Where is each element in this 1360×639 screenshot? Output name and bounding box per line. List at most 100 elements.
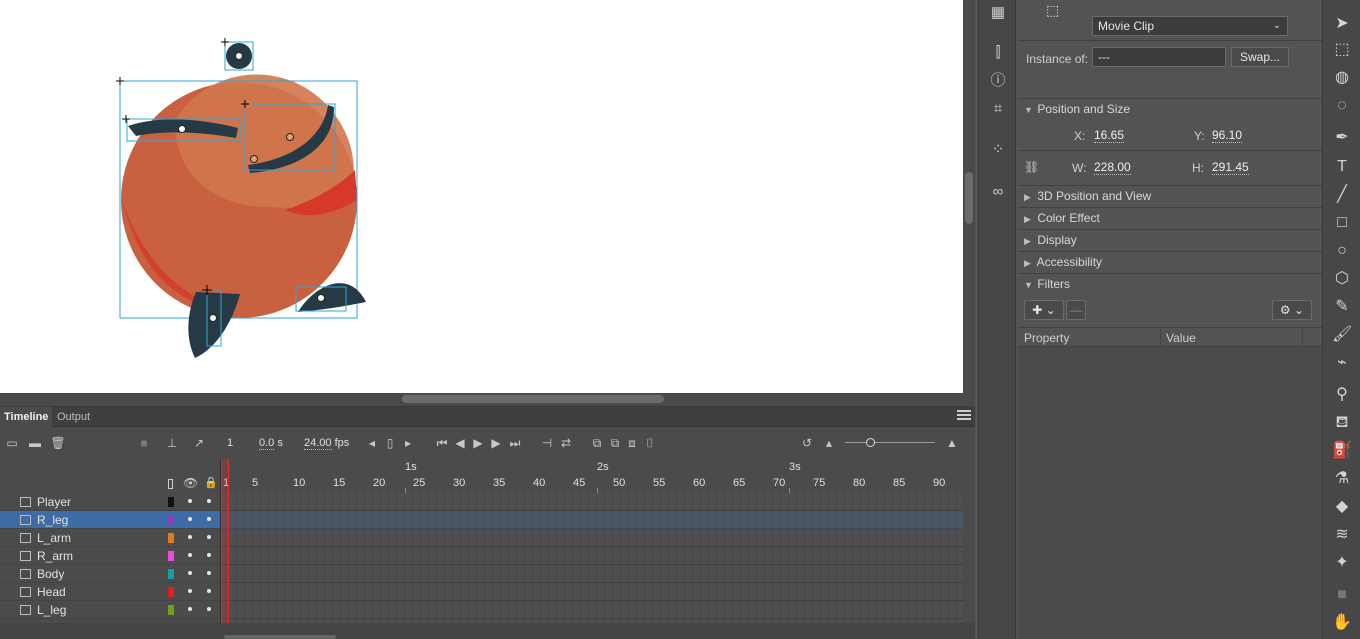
position-size-section[interactable]: ▼ Position and Size <box>1024 102 1130 116</box>
tab-output[interactable]: Output <box>53 407 94 427</box>
loop-icon[interactable]: ⇄ <box>558 436 574 450</box>
text-tool-icon[interactable]: T <box>1332 157 1352 177</box>
camera-tool-icon[interactable]: ■ <box>1332 585 1352 605</box>
current-time[interactable]: 0.0 s <box>259 436 283 450</box>
h-value[interactable]: 291.45 <box>1212 160 1249 175</box>
3d-rotation-tool-icon[interactable]: ◍ <box>1332 68 1352 88</box>
graph-icon[interactable]: ↗ <box>191 436 207 450</box>
layer-name[interactable]: L_arm <box>37 531 71 545</box>
frame-ruler[interactable]: 1s 2s 3s 1 5 10 15 20 25 30 35 40 45 50 … <box>221 459 963 493</box>
layer-name[interactable]: Body <box>37 567 64 581</box>
l-leg-symbol[interactable] <box>188 285 240 358</box>
w-value[interactable]: 228.00 <box>1094 160 1131 175</box>
current-frame[interactable]: 1 <box>227 436 233 450</box>
y-value[interactable]: 96.10 <box>1212 128 1243 143</box>
lasso-tool-icon[interactable]: ◌ <box>1332 96 1352 116</box>
filter-list[interactable] <box>1018 347 1322 639</box>
layer-row[interactable]: Head <box>0 583 221 601</box>
oval-tool-icon[interactable]: ○ <box>1332 241 1352 261</box>
layer-row[interactable]: R_arm <box>0 547 221 565</box>
3d-position-section[interactable]: ▶ 3D Position and View <box>1024 189 1151 203</box>
motion-presets-icon[interactable]: ⁘ <box>988 141 1008 159</box>
cc-libraries-icon[interactable]: ∞ <box>988 183 1008 201</box>
color-effect-section[interactable]: ▶ Color Effect <box>1024 211 1100 225</box>
visibility-dot[interactable] <box>188 517 192 521</box>
stage-canvas[interactable] <box>0 0 963 393</box>
go-to-first-frame-icon[interactable]: ⏮ <box>434 436 450 450</box>
zoom-in-icon[interactable]: ▲ <box>944 436 960 450</box>
accessibility-section[interactable]: ▶ Accessibility <box>1024 255 1102 269</box>
go-to-last-frame-icon[interactable]: ⏭ <box>507 436 523 450</box>
library-icon[interactable]: ▦ <box>988 4 1008 22</box>
scroll-thumb[interactable] <box>224 635 336 639</box>
layer-color-swatch[interactable] <box>168 605 174 615</box>
eye-icon[interactable]: 👁 <box>183 476 198 490</box>
selection-tool-icon[interactable]: ➤ <box>1332 14 1352 34</box>
visibility-dot[interactable] <box>188 499 192 503</box>
brush-tool-icon[interactable]: ⌁ <box>1332 353 1352 373</box>
layer-color-swatch[interactable] <box>168 533 174 543</box>
layer-color-swatch[interactable] <box>168 569 174 579</box>
timeline-horizontal-scrollbar[interactable] <box>0 623 975 639</box>
visibility-dot[interactable] <box>188 535 192 539</box>
swap-button[interactable]: Swap... <box>1231 47 1289 67</box>
pen-tool-icon[interactable]: ✒ <box>1332 128 1352 148</box>
modify-markers-icon[interactable]: ⌷ <box>642 436 658 450</box>
link-icon[interactable]: ⛓ <box>1024 160 1039 174</box>
stage-horizontal-scrollbar[interactable] <box>0 393 975 406</box>
display-section[interactable]: ▶ Display <box>1024 233 1077 247</box>
lock-dot[interactable] <box>207 607 211 611</box>
layer-color-swatch[interactable] <box>168 515 174 525</box>
align-icon[interactable]: ⫿ <box>988 44 1008 62</box>
layer-row[interactable]: Body <box>0 565 221 583</box>
onion-skin-icon[interactable]: ⧉ <box>589 436 605 450</box>
layer-row-selected[interactable]: R_leg <box>0 511 221 529</box>
eyedropper-tool-icon[interactable]: ⚗ <box>1332 469 1352 489</box>
free-transform-tool-icon[interactable]: ⬚ <box>1332 40 1352 60</box>
hand-tool-icon[interactable]: ✋ <box>1332 613 1352 633</box>
info-icon[interactable]: ⓘ <box>988 72 1008 90</box>
x-value[interactable]: 16.65 <box>1094 128 1125 143</box>
layer-color-swatch[interactable] <box>168 587 174 597</box>
lock-dot[interactable] <box>207 571 211 575</box>
visibility-dot[interactable] <box>188 553 192 557</box>
lock-dot[interactable] <box>207 535 211 539</box>
visibility-dot[interactable] <box>188 607 192 611</box>
lock-dot[interactable] <box>207 499 211 503</box>
paint-brush-tool-icon[interactable]: 🖌 <box>1332 325 1352 345</box>
filters-section[interactable]: ▼ Filters <box>1024 277 1070 291</box>
layer-row[interactable]: L_arm <box>0 529 221 547</box>
lock-dot[interactable] <box>207 589 211 593</box>
layer-row[interactable]: L_leg <box>0 601 221 619</box>
zoom-slider-handle[interactable] <box>866 438 875 447</box>
new-folder-icon[interactable]: ▬ <box>27 436 43 450</box>
scroll-thumb[interactable] <box>965 172 973 224</box>
lock-dot[interactable] <box>207 553 211 557</box>
tab-timeline[interactable]: Timeline <box>0 407 53 427</box>
delete-layer-icon[interactable]: 🗑 <box>50 436 66 450</box>
stage-vertical-scrollbar[interactable] <box>963 0 975 393</box>
zoom-slider[interactable] <box>845 438 935 447</box>
lock-icon[interactable]: 🔒 <box>204 476 218 489</box>
center-playhead-icon[interactable]: ↺ <box>799 436 815 450</box>
insert-frame-icon[interactable]: ⊣ <box>539 436 555 450</box>
playhead[interactable] <box>221 459 229 627</box>
new-layer-icon[interactable]: ▭ <box>4 436 20 450</box>
filter-options-button[interactable]: ⚙ ⌄ <box>1272 300 1312 320</box>
layer-color-swatch[interactable] <box>168 551 174 561</box>
previous-keyframe-icon[interactable]: ◂ <box>364 436 380 450</box>
eraser-tool-icon[interactable]: ◆ <box>1332 497 1352 517</box>
panel-menu-icon[interactable] <box>957 410 971 422</box>
layer-row[interactable]: Player <box>0 493 221 511</box>
lock-dot[interactable] <box>207 517 211 521</box>
zoom-out-icon[interactable]: ▴ <box>821 436 837 450</box>
transform-icon[interactable]: ⌗ <box>988 100 1008 118</box>
scroll-thumb[interactable] <box>402 395 664 403</box>
frame-rate[interactable]: 24.00 fps <box>304 436 349 450</box>
ink-bottle-tool-icon[interactable]: ⛽ <box>1332 441 1352 461</box>
play-icon[interactable]: ▶ <box>470 436 486 450</box>
layer-name[interactable]: R_leg <box>37 513 68 527</box>
head-symbol[interactable] <box>221 38 254 71</box>
layer-name[interactable]: R_arm <box>37 549 73 563</box>
layer-name[interactable]: Head <box>37 585 66 599</box>
